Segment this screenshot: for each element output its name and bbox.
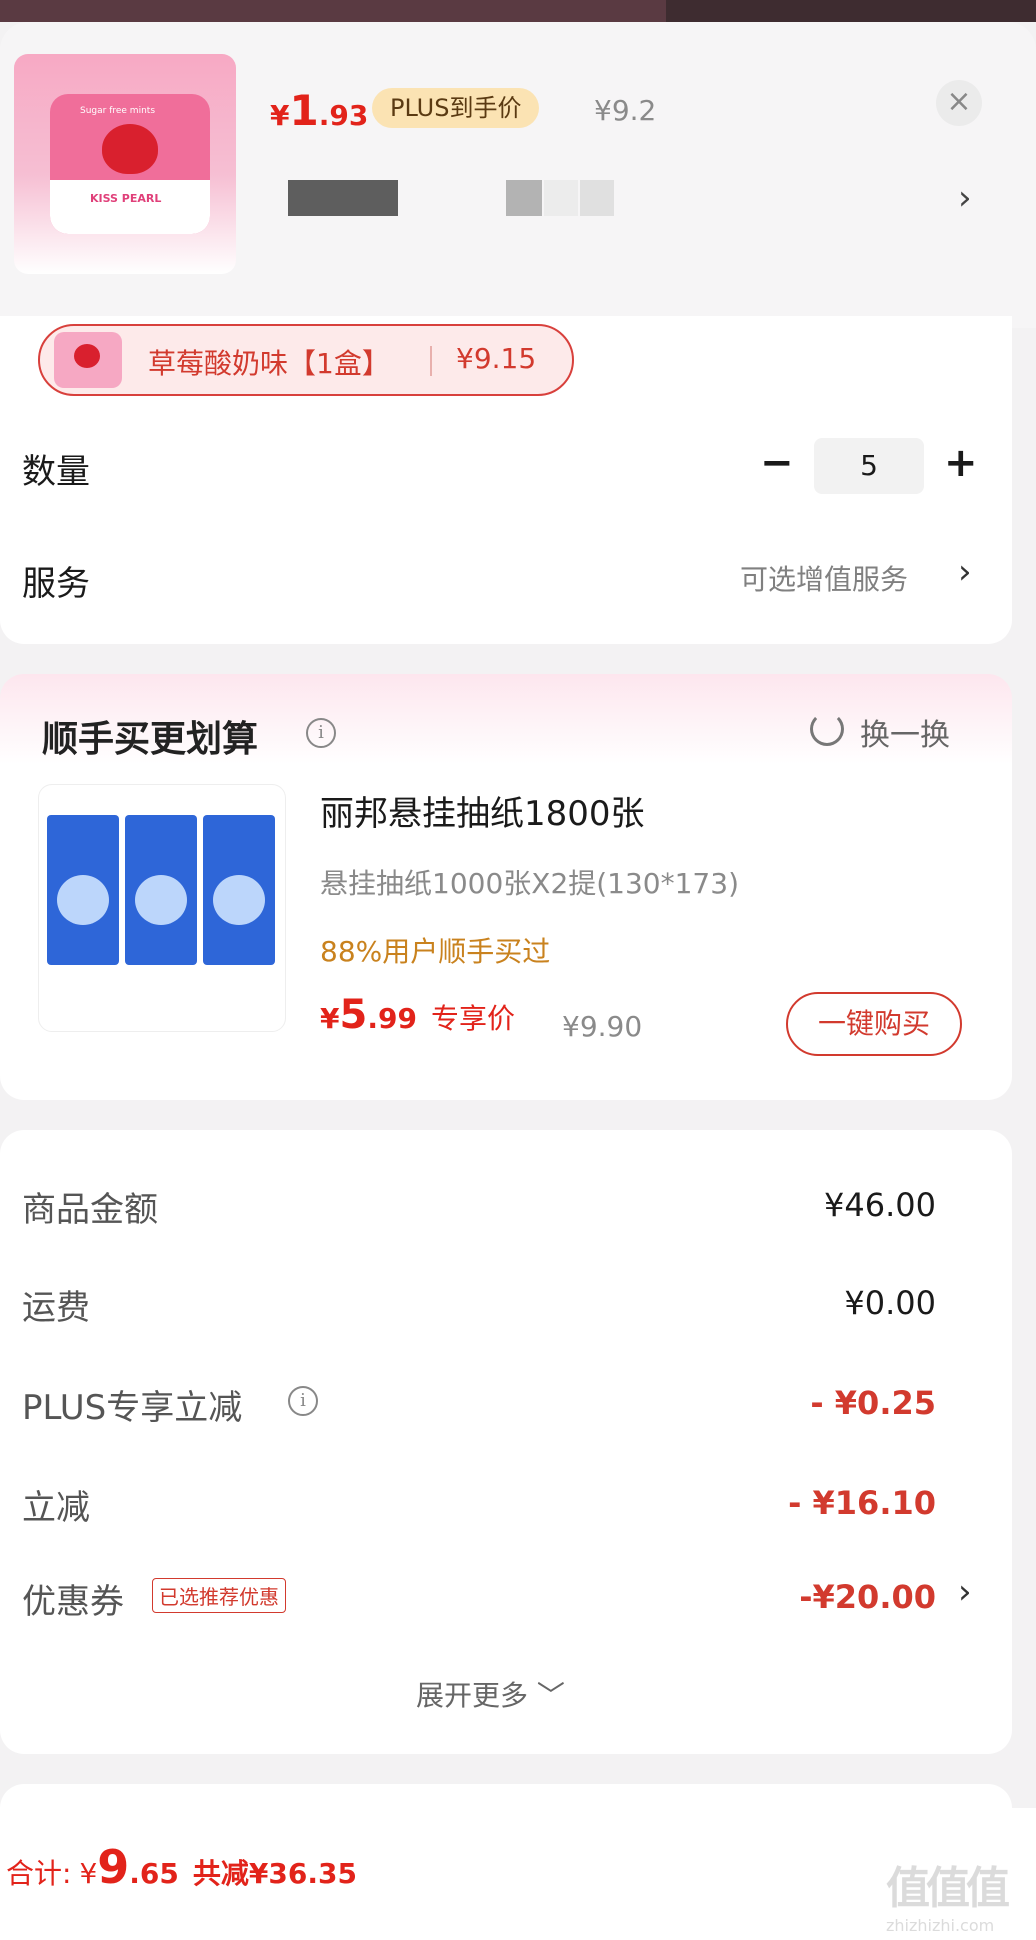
elephant-graphic xyxy=(213,875,265,925)
redacted-block xyxy=(544,180,578,216)
price-integer: 1 xyxy=(289,86,319,135)
summary-row-value: - ¥16.10 xyxy=(788,1484,936,1522)
info-icon[interactable]: i xyxy=(306,718,336,748)
close-icon: × xyxy=(946,84,972,119)
info-icon[interactable]: i xyxy=(288,1386,318,1416)
thumbnail-brand: KISS PEARL xyxy=(90,192,162,205)
price-decimal: .99 xyxy=(367,1002,417,1035)
status-bar-right xyxy=(666,0,1036,22)
summary-row-value: - ¥0.25 xyxy=(810,1384,936,1422)
chevron-right-icon[interactable]: › xyxy=(958,178,972,218)
recommend-price: ¥ 5 .99 专享价 xyxy=(320,992,515,1038)
recommend-product-image[interactable] xyxy=(38,784,286,1032)
recommend-original-price: ¥9.90 xyxy=(562,1010,643,1043)
thumbnail-subtitle: Sugar free mints xyxy=(80,106,156,116)
coupon-status-badge: 已选推荐优惠 xyxy=(152,1578,286,1613)
total-decimal: .65 xyxy=(129,1857,179,1890)
price-currency: ¥ xyxy=(320,1002,340,1035)
original-price: ¥9.2 xyxy=(594,94,657,127)
refresh-icon[interactable] xyxy=(810,712,844,746)
watermark-glyphs: 值值值 xyxy=(886,1863,1010,1914)
recommend-title: 顺手买更划算 xyxy=(42,719,259,760)
divider xyxy=(430,346,432,376)
elephant-graphic xyxy=(135,875,187,925)
price-integer: 5 xyxy=(339,992,368,1038)
strawberry-graphic xyxy=(102,124,158,174)
summary-row-value: ¥46.00 xyxy=(824,1186,936,1224)
summary-row-label: 运费 xyxy=(22,1288,90,1328)
redacted-block xyxy=(288,180,398,216)
variant-name: 草莓酸奶味【1盒】 xyxy=(148,347,390,380)
coupon-value[interactable]: -¥20.00 xyxy=(799,1578,936,1616)
chevron-right-icon[interactable]: › xyxy=(958,552,972,592)
redacted-block xyxy=(580,180,614,216)
price-currency: ¥ xyxy=(270,99,290,132)
product-thumbnail[interactable]: Sugar free mints KISS PEARL xyxy=(14,54,236,274)
plus-price-tag: PLUS到手价 xyxy=(372,88,540,128)
watermark-url: zhizhizhi.com xyxy=(886,1916,995,1935)
tissue-box-graphic xyxy=(203,815,275,965)
summary-row-label: 商品金额 xyxy=(22,1190,158,1230)
redacted-block xyxy=(506,180,542,216)
watermark-logo: 值值值 zhizhizhi.com xyxy=(886,1852,1026,1935)
total-currency: ¥ xyxy=(79,1857,98,1890)
refresh-button[interactable]: 换一换 xyxy=(860,710,950,754)
service-label: 服务 xyxy=(22,564,90,604)
close-button[interactable]: × xyxy=(936,80,982,126)
order-total: 合计: ¥ 9 .65 共减¥36.35 xyxy=(6,1840,357,1894)
quantity-stepper[interactable]: 5 xyxy=(814,438,924,494)
summary-row-value: ¥0.00 xyxy=(844,1284,936,1322)
total-label: 合计: xyxy=(6,1857,72,1890)
one-click-buy-button[interactable]: 一键购买 xyxy=(786,992,962,1056)
chevron-right-icon[interactable]: › xyxy=(958,1572,972,1612)
quantity-decrease-button[interactable]: − xyxy=(760,440,794,486)
service-value[interactable]: 可选增值服务 xyxy=(740,558,908,598)
tissue-box-graphic xyxy=(125,815,197,965)
recommend-product-spec: 悬挂抽纸1000张X2提(130*173) xyxy=(320,867,739,900)
total-integer: 9 xyxy=(97,1840,130,1894)
recommend-product-name[interactable]: 丽邦悬挂抽纸1800张 xyxy=(320,786,645,835)
summary-row-label: 优惠券 xyxy=(22,1582,124,1622)
price-decimal: .93 xyxy=(318,99,369,132)
quantity-increase-button[interactable]: + xyxy=(944,440,978,486)
summary-row-label: PLUS专享立减 xyxy=(22,1388,243,1428)
variant-price: ¥9.15 xyxy=(456,342,537,375)
product-price: ¥ 1 .93 xyxy=(270,86,368,136)
recommend-social-proof: 88%用户顺手买过 xyxy=(320,935,551,968)
tissue-box-graphic xyxy=(47,815,119,965)
summary-row-label: 立减 xyxy=(22,1488,90,1528)
status-bar-backdrop xyxy=(0,0,1036,22)
selected-variant-chip[interactable]: 草莓酸奶味【1盒】 ¥9.15 xyxy=(38,324,574,396)
tin-band xyxy=(50,180,210,234)
elephant-graphic xyxy=(57,875,109,925)
exclusive-price-label: 专享价 xyxy=(430,1002,515,1035)
expand-more-button[interactable]: 展开更多 ﹀ xyxy=(416,1674,565,1714)
total-saved: 共减¥36.35 xyxy=(192,1857,357,1890)
variant-thumbnail xyxy=(54,332,122,388)
quantity-label: 数量 xyxy=(22,452,90,492)
mint-tin-image: Sugar free mints KISS PEARL xyxy=(50,94,210,234)
